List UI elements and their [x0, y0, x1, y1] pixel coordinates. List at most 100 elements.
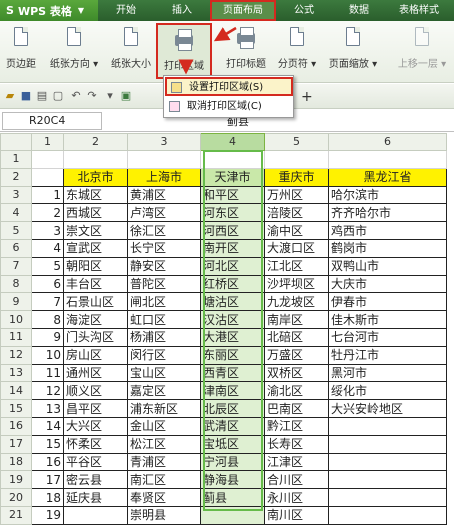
column-header[interactable]: 2: [63, 133, 128, 151]
cell[interactable]: 大港区: [200, 327, 265, 347]
cell[interactable]: 佳木斯市: [328, 310, 447, 329]
cell[interactable]: 大庆市: [328, 274, 447, 294]
tab-insert[interactable]: 插入: [154, 0, 210, 21]
cell[interactable]: 北京市: [63, 167, 128, 187]
cell[interactable]: 黄浦区: [127, 185, 201, 205]
preview-icon[interactable]: ▢: [52, 90, 64, 102]
cell[interactable]: 南汇区: [127, 470, 201, 490]
redo-icon[interactable]: ↷: [86, 90, 98, 102]
cell[interactable]: 上海市: [127, 167, 201, 187]
cell[interactable]: 崇明县: [127, 505, 201, 525]
page-margin-button[interactable]: 页边距: [2, 23, 40, 79]
cell[interactable]: 11: [31, 363, 64, 383]
cell[interactable]: 10: [31, 345, 64, 365]
cell[interactable]: 天津市: [200, 167, 265, 187]
cell[interactable]: 河东区: [200, 203, 265, 223]
cell[interactable]: 2: [31, 203, 64, 223]
cell[interactable]: 16: [31, 452, 64, 472]
app-menu-button[interactable]: S WPS 表格 ▼: [0, 0, 98, 21]
cell[interactable]: 14: [31, 416, 64, 436]
cell[interactable]: 哈尔滨市: [328, 185, 447, 205]
dropdown-icon[interactable]: ▾: [104, 90, 116, 102]
cell[interactable]: 塘沽区: [200, 292, 265, 312]
column-header[interactable]: 6: [328, 133, 447, 151]
cell[interactable]: [127, 150, 201, 169]
cell[interactable]: 南开区: [200, 238, 265, 258]
row-header[interactable]: 14: [0, 381, 32, 401]
cell[interactable]: 1: [31, 185, 64, 205]
page-zoom-button[interactable]: 页面缩放 ▾: [324, 23, 382, 79]
cell[interactable]: 和平区: [200, 185, 265, 205]
cell[interactable]: 6: [31, 274, 64, 294]
cell[interactable]: 黑河市: [328, 363, 447, 383]
cell[interactable]: 怀柔区: [63, 434, 128, 454]
new-tab-button[interactable]: +: [301, 89, 313, 105]
cell[interactable]: 青浦区: [127, 452, 201, 472]
cell[interactable]: 大兴区: [63, 416, 128, 436]
row-header[interactable]: 16: [0, 416, 32, 436]
cell[interactable]: 万州区: [264, 185, 329, 205]
cell[interactable]: 嘉定区: [127, 381, 201, 401]
print-icon[interactable]: ▤: [36, 90, 48, 102]
cell[interactable]: 顺义区: [63, 381, 128, 401]
cell[interactable]: 17: [31, 470, 64, 490]
tab-formula[interactable]: 公式: [276, 0, 332, 21]
cell[interactable]: 永川区: [264, 488, 329, 507]
spreadsheet-grid[interactable]: 1 2 3 4 5 6 1 2 北京市 上海市 天津市 重庆市 黑龙江省 3 1 东城区 黄浦区 和平区 万州区 哈尔…: [0, 133, 447, 525]
name-box[interactable]: R20C4: [2, 112, 102, 130]
cell[interactable]: 绥化市: [328, 381, 447, 401]
cell[interactable]: 徐汇区: [127, 221, 201, 240]
tab-page-layout[interactable]: 页面布局: [210, 0, 276, 21]
cell[interactable]: 南川区: [264, 505, 329, 525]
row-header[interactable]: 9: [0, 292, 32, 312]
cell[interactable]: 牡丹江市: [328, 345, 447, 365]
cell[interactable]: 南岸区: [264, 310, 329, 329]
cell[interactable]: 9: [31, 327, 64, 347]
cell[interactable]: 齐齐哈尔市: [328, 203, 447, 223]
cell[interactable]: 金山区: [127, 416, 201, 436]
cell[interactable]: 8: [31, 310, 64, 329]
cell[interactable]: 5: [31, 256, 64, 276]
row-header[interactable]: 17: [0, 434, 32, 454]
cell[interactable]: 崇文区: [63, 221, 128, 240]
cell[interactable]: 18: [31, 488, 64, 507]
print-title-button[interactable]: 打印标题: [223, 23, 269, 79]
row-header[interactable]: 4: [0, 203, 32, 223]
cell[interactable]: 汉沽区: [200, 310, 265, 329]
cell[interactable]: 松江区: [127, 434, 201, 454]
cell[interactable]: 静海县: [200, 470, 265, 490]
tab-data[interactable]: 数据: [332, 0, 386, 21]
move-up-button[interactable]: 上移一层 ▾: [394, 23, 450, 79]
save-icon[interactable]: ■: [20, 90, 32, 102]
cell[interactable]: 渝北区: [264, 381, 329, 401]
cell[interactable]: 宁河县: [200, 452, 265, 472]
row-header[interactable]: 7: [0, 256, 32, 276]
cell[interactable]: 西城区: [63, 203, 128, 223]
cell[interactable]: 13: [31, 399, 64, 418]
cancel-print-area-item[interactable]: 取消打印区域(C): [165, 98, 293, 117]
row-header[interactable]: 12: [0, 345, 32, 365]
cell[interactable]: 伊春市: [328, 292, 447, 312]
cell[interactable]: [264, 150, 329, 169]
row-header[interactable]: 11: [0, 327, 32, 347]
paper-orientation-button[interactable]: 纸张方向 ▾: [44, 23, 104, 79]
cell[interactable]: 江津区: [264, 452, 329, 472]
row-header[interactable]: 8: [0, 274, 32, 294]
tab-home[interactable]: 开始: [98, 0, 154, 21]
cell[interactable]: 平谷区: [63, 452, 128, 472]
cell[interactable]: 宝坻区: [200, 434, 265, 454]
cell[interactable]: 15: [31, 434, 64, 454]
cell[interactable]: 石景山区: [63, 292, 128, 312]
folder-icon[interactable]: ▰: [4, 90, 16, 102]
cell[interactable]: 北碚区: [264, 327, 329, 347]
cell[interactable]: 普陀区: [127, 274, 201, 294]
cell[interactable]: 海淀区: [63, 310, 128, 329]
cell[interactable]: [328, 488, 447, 507]
cell[interactable]: 闵行区: [127, 345, 201, 365]
cell[interactable]: 12: [31, 381, 64, 401]
cell[interactable]: 红桥区: [200, 274, 265, 294]
tab-table-style[interactable]: 表格样式: [386, 0, 452, 21]
cell[interactable]: 密云县: [63, 470, 128, 490]
cell[interactable]: 静安区: [127, 256, 201, 276]
cell[interactable]: 西青区: [200, 363, 265, 383]
